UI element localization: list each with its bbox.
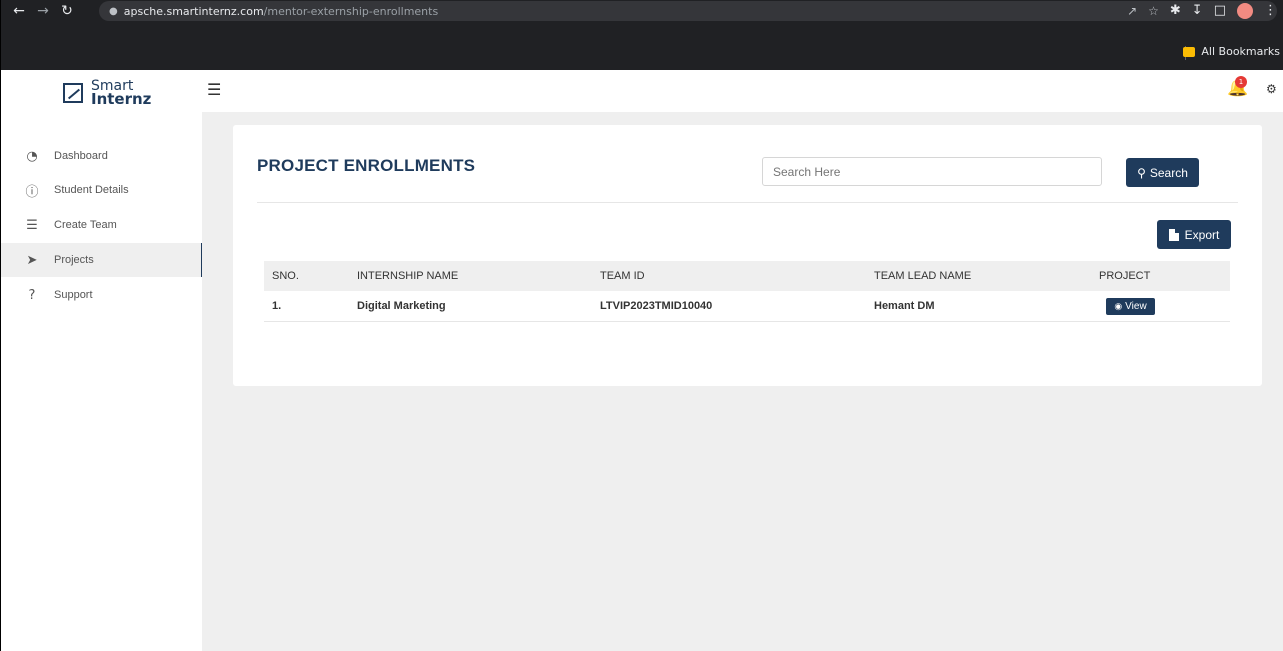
app-header: Smart Internz ☰ 🔔 1 ⚙ — [0, 70, 1283, 112]
url-path: /mentor-externship-enrollments — [263, 4, 439, 18]
eye-icon: ◉ — [1114, 301, 1123, 311]
enrollments-card: PROJECT ENROLLMENTS ⚲ Search Export SNO.… — [233, 125, 1262, 386]
main-content: PROJECT ENROLLMENTS ⚲ Search Export SNO.… — [202, 112, 1283, 651]
cell-team-lead: Hemant DM — [874, 300, 935, 312]
sidebar-item-dashboard[interactable]: ◔ Dashboard — [1, 139, 203, 173]
view-project-button[interactable]: ◉ View — [1106, 298, 1155, 315]
sidebar-item-label: Projects — [54, 254, 94, 266]
header-project: PROJECT — [1099, 270, 1151, 282]
info-icon: ⓘ — [25, 184, 39, 200]
extensions-icon[interactable]: ✱ — [1170, 0, 1181, 22]
browser-chrome: ← → ↻ ● apsche.smartinternz.com /mentor-… — [0, 0, 1283, 70]
folder-icon — [1183, 46, 1196, 57]
sidebar-item-label: Create Team — [54, 219, 117, 231]
table-row: 1. Digital Marketing LTVIP2023TMID10040 … — [264, 291, 1230, 322]
sidebar-item-label: Support — [54, 289, 93, 301]
enrollments-table: SNO. INTERNSHIP NAME TEAM ID TEAM LEAD N… — [264, 261, 1230, 322]
search-icon: ⚲ — [1137, 165, 1146, 180]
back-icon[interactable]: ← — [7, 0, 31, 22]
notification-badge: 1 — [1235, 76, 1247, 88]
export-button[interactable]: Export — [1157, 220, 1231, 249]
menu-dots-icon[interactable]: ⋮ — [1264, 0, 1277, 22]
cell-team-id: LTVIP2023TMID10040 — [600, 300, 713, 312]
reload-icon[interactable]: ↻ — [55, 0, 79, 22]
document-icon — [1168, 228, 1179, 241]
logo[interactable]: Smart Internz — [63, 79, 152, 108]
header-internship-name: INTERNSHIP NAME — [357, 270, 459, 282]
sidebar-item-projects[interactable]: ➤ Projects — [1, 243, 203, 277]
search-button-label: Search — [1149, 165, 1188, 180]
sidebar: ◔ Dashboard ⓘ Student Details ☰ Create T… — [0, 112, 203, 651]
logo-line2: Internz — [91, 90, 152, 108]
logo-text: Smart Internz — [91, 79, 152, 108]
logo-icon — [63, 83, 83, 103]
gear-icon[interactable]: ⚙ — [1266, 82, 1277, 96]
cell-sno: 1. — [272, 300, 282, 312]
sidebar-item-label: Dashboard — [54, 150, 108, 162]
cell-internship-name: Digital Marketing — [357, 300, 446, 312]
divider — [257, 202, 1238, 203]
search-button[interactable]: ⚲ Search — [1126, 158, 1199, 187]
sidebar-item-student-details[interactable]: ⓘ Student Details — [1, 173, 203, 207]
download-icon[interactable]: ↧ — [1192, 0, 1203, 22]
question-icon: ? — [28, 287, 36, 303]
list-icon: ☰ — [26, 217, 38, 233]
gauge-icon: ◔ — [26, 148, 38, 164]
url-host: apsche.smartinternz.com — [123, 4, 264, 18]
browser-actions: ↗ ☆ ✱ ↧ □ ⋮ — [1127, 0, 1277, 22]
header-sno: SNO. — [272, 270, 299, 282]
side-panel-icon[interactable]: □ — [1214, 0, 1226, 22]
sidebar-item-label: Student Details — [54, 184, 129, 196]
star-icon[interactable]: ☆ — [1148, 0, 1159, 22]
bookmarks-bar: All Bookmarks — [1, 40, 1283, 64]
page-title: PROJECT ENROLLMENTS — [257, 156, 476, 175]
profile-avatar[interactable] — [1237, 3, 1253, 19]
all-bookmarks[interactable]: All Bookmarks — [1183, 45, 1280, 58]
search-input[interactable] — [762, 157, 1102, 186]
hamburger-menu-icon[interactable]: ☰ — [207, 80, 221, 99]
export-button-label: Export — [1184, 227, 1220, 242]
paper-plane-icon: ➤ — [26, 252, 38, 268]
all-bookmarks-label: All Bookmarks — [1201, 45, 1280, 58]
sidebar-item-create-team[interactable]: ☰ Create Team — [1, 208, 203, 242]
sidebar-item-support[interactable]: ? Support — [1, 278, 203, 312]
address-bar[interactable]: ● apsche.smartinternz.com /mentor-extern… — [99, 1, 1277, 21]
forward-icon[interactable]: → — [31, 0, 55, 22]
view-button-label: View — [1125, 301, 1147, 312]
header-team-lead-name: TEAM LEAD NAME — [874, 270, 972, 282]
share-icon[interactable]: ↗ — [1127, 0, 1137, 22]
lock-icon: ● — [109, 5, 118, 17]
header-team-id: TEAM ID — [600, 270, 645, 282]
table-header: SNO. INTERNSHIP NAME TEAM ID TEAM LEAD N… — [264, 261, 1230, 291]
